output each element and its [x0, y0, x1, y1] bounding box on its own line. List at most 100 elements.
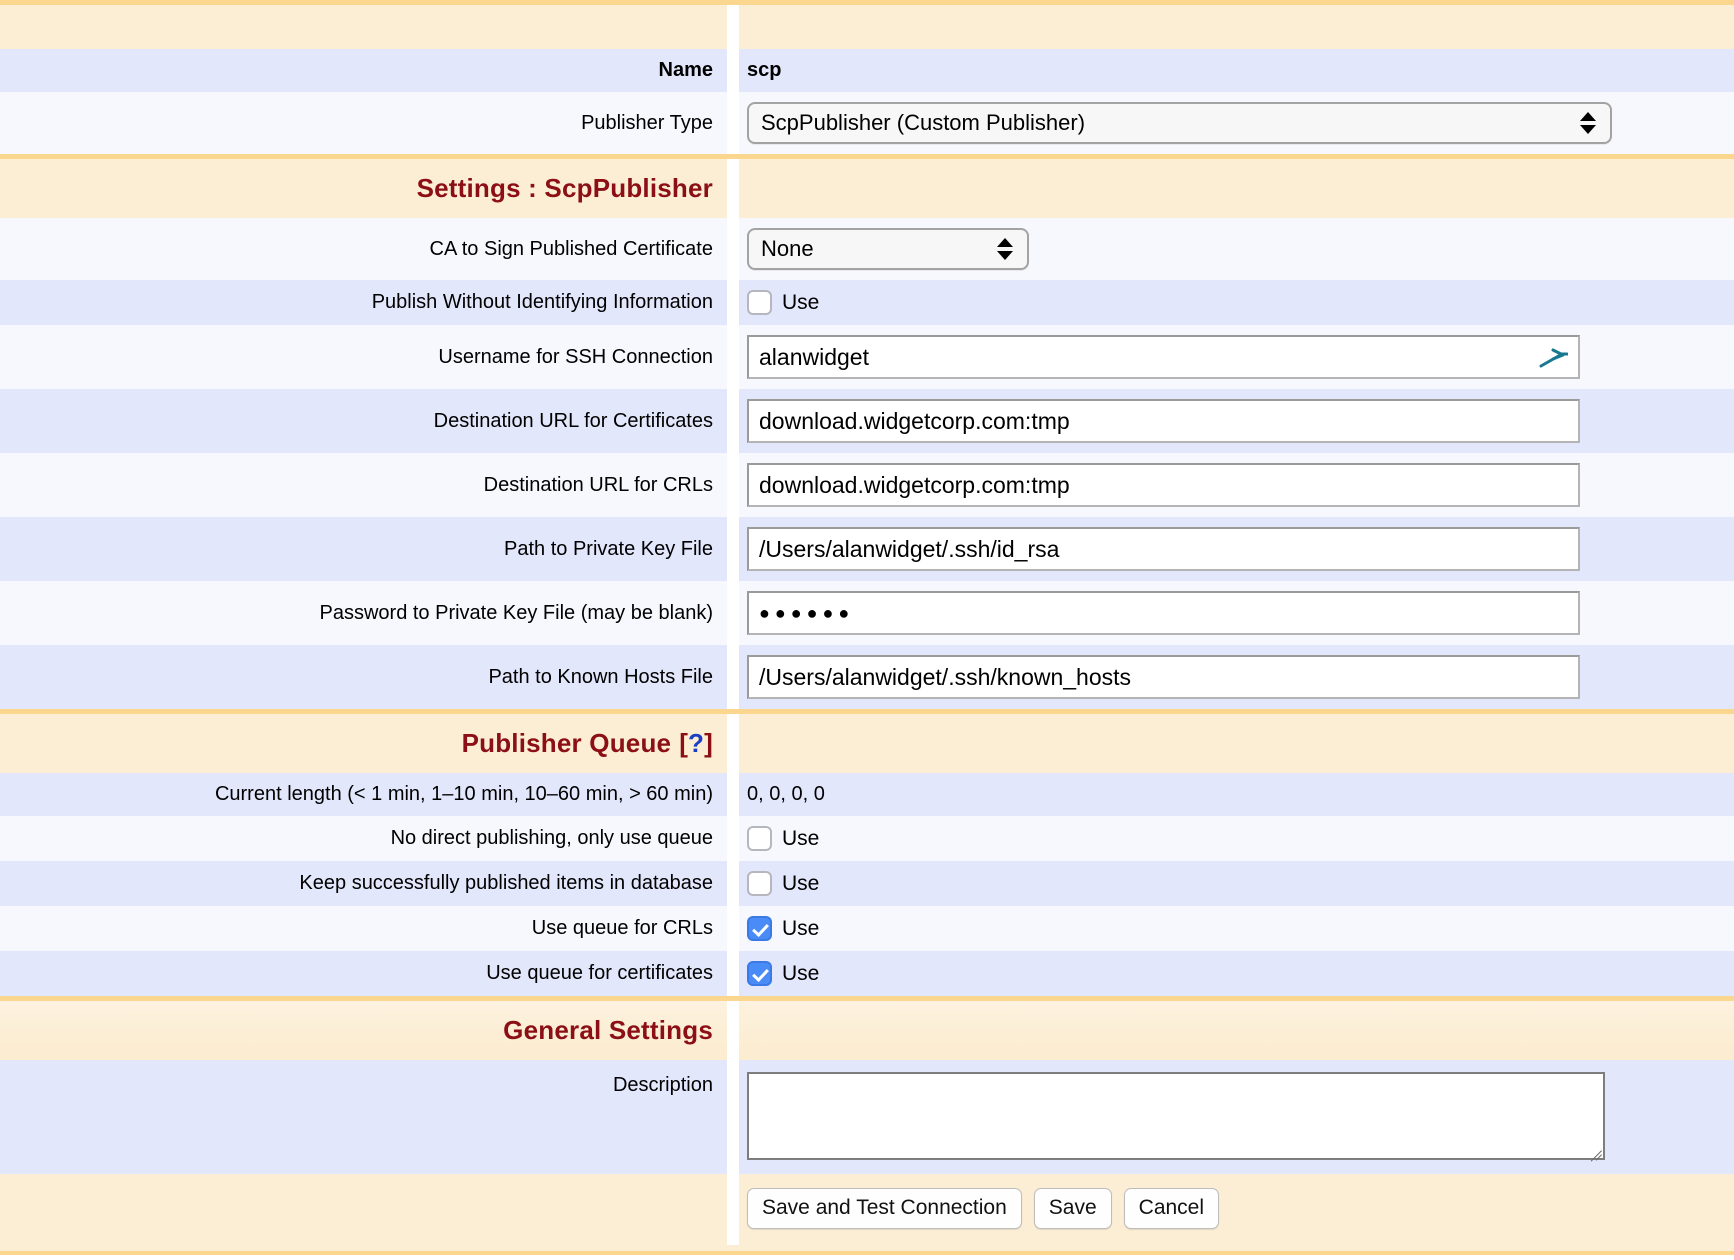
- no-direct-publishing-label: No direct publishing, only use queue: [391, 827, 713, 850]
- keep-published-items-checkbox[interactable]: [747, 871, 772, 896]
- password-private-key-input[interactable]: ●●●●●●: [747, 591, 1580, 635]
- username-ssh-input[interactable]: alanwidget: [747, 335, 1580, 379]
- section-header-publisher-queue: Publisher Queue [?]: [0, 709, 1734, 773]
- username-ssh-label-cell: Username for SSH Connection: [0, 325, 727, 389]
- bottom-rule: [0, 1245, 1734, 1255]
- use-queue-crls-value-cell: Use: [739, 906, 1734, 951]
- column-gap: [727, 1060, 739, 1174]
- current-length-label-cell: Current length (< 1 min, 1–10 min, 10–60…: [0, 773, 727, 816]
- publisher-configuration-page: Name scp Publisher Type ScpPublisher (Cu…: [0, 0, 1734, 1255]
- general-section-right: [739, 1001, 1734, 1060]
- row-path-known-hosts: Path to Known Hosts File /Users/alanwidg…: [0, 645, 1734, 709]
- use-queue-certs-label: Use queue for certificates: [486, 962, 713, 985]
- row-use-queue-for-certificates: Use queue for certificates Use: [0, 951, 1734, 996]
- password-private-key-label: Password to Private Key File (may be bla…: [320, 602, 714, 625]
- description-textarea[interactable]: [747, 1072, 1605, 1160]
- no-direct-publishing-checkbox[interactable]: [747, 826, 772, 851]
- publisher-type-selected-value: ScpPublisher (Custom Publisher): [761, 110, 1085, 136]
- description-label-cell: Description: [0, 1060, 727, 1174]
- use-queue-crls-checkbox[interactable]: [747, 916, 772, 941]
- queue-help-link[interactable]: ?: [688, 728, 704, 759]
- publisher-type-select[interactable]: ScpPublisher (Custom Publisher): [747, 102, 1612, 144]
- queue-section-title-cell: Publisher Queue [?]: [0, 714, 727, 773]
- no-direct-publishing-value-cell: Use: [739, 816, 1734, 861]
- dest-url-crls-value-cell: download.widgetcorp.com:tmp: [739, 453, 1734, 517]
- keep-published-items-checkbox-wrapper[interactable]: Use: [747, 871, 819, 896]
- use-queue-crls-label-cell: Use queue for CRLs: [0, 906, 727, 951]
- row-destination-url-crls: Destination URL for CRLs download.widget…: [0, 453, 1734, 517]
- path-known-hosts-value-cell: /Users/alanwidget/.ssh/known_hosts: [739, 645, 1734, 709]
- dest-url-crls-input-value: download.widgetcorp.com:tmp: [759, 474, 1070, 497]
- form-actions-cell: Save and Test Connection Save Cancel: [739, 1174, 1734, 1245]
- current-length-value: 0, 0, 0, 0: [747, 783, 825, 806]
- dest-url-certs-input[interactable]: download.widgetcorp.com:tmp: [747, 399, 1580, 443]
- ca-to-sign-value-cell: None: [739, 218, 1734, 280]
- use-queue-certs-checkbox-wrapper[interactable]: Use: [747, 961, 819, 986]
- path-known-hosts-input-value: /Users/alanwidget/.ssh/known_hosts: [759, 666, 1131, 689]
- path-known-hosts-input[interactable]: /Users/alanwidget/.ssh/known_hosts: [747, 655, 1580, 699]
- path-private-key-value-cell: /Users/alanwidget/.ssh/id_rsa: [739, 517, 1734, 581]
- path-private-key-input-value: /Users/alanwidget/.ssh/id_rsa: [759, 538, 1059, 561]
- ca-to-sign-select[interactable]: None: [747, 228, 1029, 270]
- queue-help-bracket-open: [: [679, 728, 688, 759]
- settings-section-title-cell: Settings : ScpPublisher: [0, 159, 727, 218]
- path-known-hosts-label-cell: Path to Known Hosts File: [0, 645, 727, 709]
- row-keep-published-items: Keep successfully published items in dat…: [0, 861, 1734, 906]
- save-and-test-connection-button[interactable]: Save and Test Connection: [747, 1188, 1022, 1229]
- save-button[interactable]: Save: [1034, 1188, 1112, 1229]
- column-gap: [727, 325, 739, 389]
- no-direct-publishing-checkbox-wrapper[interactable]: Use: [747, 826, 819, 851]
- use-queue-certs-label-cell: Use queue for certificates: [0, 951, 727, 996]
- column-gap: [727, 773, 739, 816]
- password-private-key-label-cell: Password to Private Key File (may be bla…: [0, 581, 727, 645]
- resize-grip-icon[interactable]: [1587, 1142, 1601, 1156]
- ca-to-sign-selected-value: None: [761, 236, 814, 262]
- publisher-type-label: Publisher Type: [581, 112, 713, 135]
- column-gap: [727, 906, 739, 951]
- row-username-for-ssh: Username for SSH Connection alanwidget: [0, 325, 1734, 389]
- publish-without-id-checkbox[interactable]: [747, 290, 772, 315]
- publish-without-id-checkbox-wrapper[interactable]: Use: [747, 290, 819, 315]
- top-banner-left: [0, 5, 727, 49]
- use-queue-certs-checkbox-label: Use: [782, 962, 819, 986]
- column-gap: [727, 218, 739, 280]
- username-ssh-label: Username for SSH Connection: [438, 346, 713, 369]
- use-queue-crls-checkbox-label: Use: [782, 917, 819, 941]
- use-queue-crls-checkbox-wrapper[interactable]: Use: [747, 916, 819, 941]
- name-label-cell: Name: [0, 49, 727, 92]
- column-gap: [727, 453, 739, 517]
- name-value: scp: [747, 59, 781, 82]
- general-section-title-cell: General Settings: [0, 1001, 727, 1060]
- settings-section-title: Settings : ScpPublisher: [417, 173, 713, 204]
- queue-section-title: Publisher Queue: [462, 728, 672, 759]
- form-actions-band: Save and Test Connection Save Cancel: [0, 1174, 1734, 1245]
- section-header-general-settings: General Settings: [0, 996, 1734, 1060]
- use-queue-crls-label: Use queue for CRLs: [532, 917, 713, 940]
- autofill-icon[interactable]: [1538, 345, 1568, 369]
- row-use-queue-for-crls: Use queue for CRLs Use: [0, 906, 1734, 951]
- column-gap: [727, 951, 739, 996]
- password-private-key-input-value: ●●●●●●: [759, 604, 854, 622]
- select-stepper-arrows-icon: [1580, 112, 1596, 134]
- top-banner-right: [739, 5, 1734, 49]
- publish-without-id-checkbox-label: Use: [782, 291, 819, 315]
- keep-published-items-value-cell: Use: [739, 861, 1734, 906]
- username-ssh-value-cell: alanwidget: [739, 325, 1734, 389]
- queue-help-bracket-close: ]: [704, 728, 713, 759]
- publish-without-id-label: Publish Without Identifying Information: [372, 291, 713, 314]
- path-known-hosts-label: Path to Known Hosts File: [488, 666, 713, 689]
- column-gap: [727, 714, 739, 773]
- column-gap: [727, 645, 739, 709]
- row-no-direct-publishing: No direct publishing, only use queue Use: [0, 816, 1734, 861]
- path-private-key-input[interactable]: /Users/alanwidget/.ssh/id_rsa: [747, 527, 1580, 571]
- dest-url-crls-input[interactable]: download.widgetcorp.com:tmp: [747, 463, 1580, 507]
- name-value-cell: scp: [739, 49, 1734, 92]
- general-section-title: General Settings: [503, 1015, 713, 1046]
- dest-url-certs-input-value: download.widgetcorp.com:tmp: [759, 410, 1070, 433]
- publisher-type-label-cell: Publisher Type: [0, 92, 727, 154]
- cancel-button[interactable]: Cancel: [1124, 1188, 1219, 1229]
- ca-to-sign-label: CA to Sign Published Certificate: [430, 238, 714, 261]
- path-private-key-label: Path to Private Key File: [504, 538, 713, 561]
- password-private-key-value-cell: ●●●●●●: [739, 581, 1734, 645]
- use-queue-certs-checkbox[interactable]: [747, 961, 772, 986]
